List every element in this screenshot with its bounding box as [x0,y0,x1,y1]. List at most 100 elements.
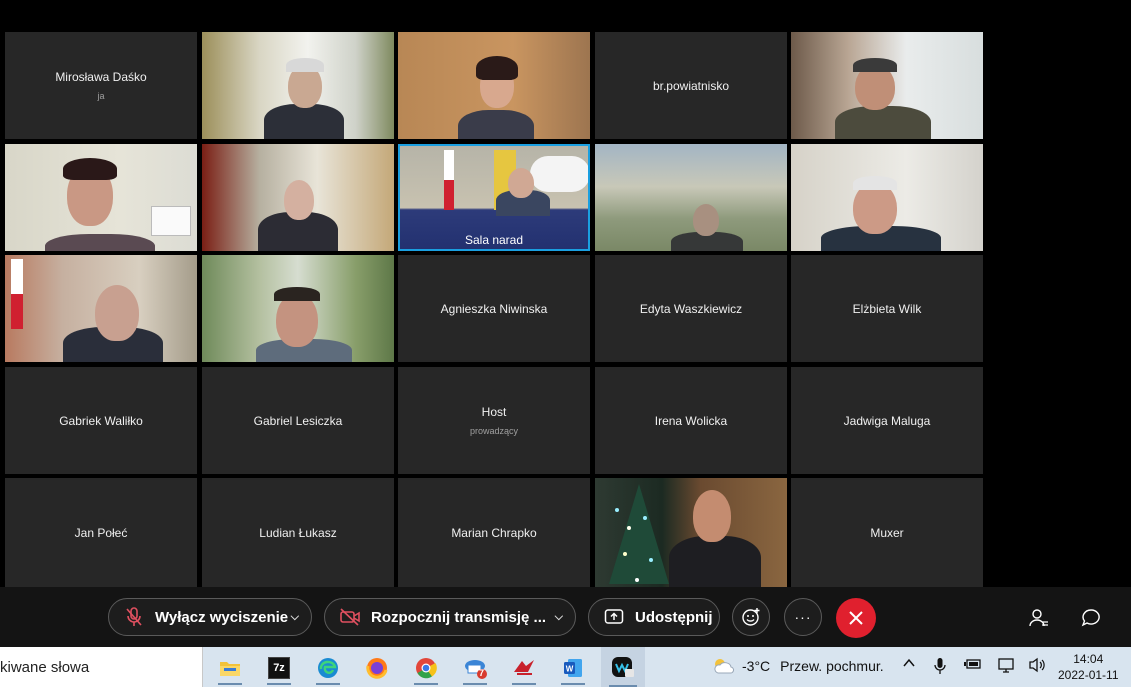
participant-tile[interactable]: Irena Wolicka [595,367,787,474]
clock-date: 2022-01-11 [1058,668,1119,682]
participant-name: Marian Chrapko [451,525,537,540]
app-taskbar-button[interactable] [504,651,544,685]
video-feed [791,32,983,139]
video-feed [595,144,787,251]
start-video-button[interactable]: Rozpocznij transmisję ... ⌵ [324,598,576,636]
participant-tile[interactable]: Elżbieta Wilk [791,255,983,362]
participant-name: Elżbieta Wilk [852,301,922,316]
webex-icon [612,657,634,677]
participant-video-tile[interactable] [595,144,787,251]
participant-tile[interactable]: Gabriek Waliłko [5,367,197,474]
participant-tile[interactable]: Jan Połeć [5,478,197,587]
reactions-button[interactable] [732,598,770,636]
share-button[interactable]: Udostępnij [588,598,720,636]
search-text: kiwane słowa [0,658,90,676]
participant-tile[interactable]: Marian Chrapko [398,478,590,587]
participant-tile[interactable]: Ludian Łukasz [202,478,394,587]
participant-tile[interactable]: Mirosława Daśko ja [5,32,197,139]
participant-subtitle: ja [97,91,105,101]
participant-grid: Mirosława Daśko ja br.powiatnisko Sala n… [5,32,983,587]
participant-name: Gabriel Lesiczka [253,413,343,428]
participant-tile[interactable]: Host prowadzący [398,367,590,474]
file-explorer-taskbar-button[interactable] [210,651,250,685]
weather-widget[interactable]: -3°C Przew. pochmur. [712,657,884,675]
windows-taskbar: kiwane słowa 7z 7 W -3°C Przew. pochmur. [0,647,1131,687]
system-clock[interactable]: 14:04 2022-01-11 [1058,651,1119,683]
participant-video-tile[interactable] [202,144,394,251]
participant-tile[interactable]: Muxer [791,478,983,587]
unmute-button[interactable]: Wyłącz wyciszenie ⌵ [108,598,312,636]
participant-tile[interactable]: Agnieszka Niwinska [398,255,590,362]
participant-tile[interactable]: Edyta Waszkiewicz [595,255,787,362]
video-feed [5,255,197,362]
participant-name: Jan Połeć [74,525,128,540]
participant-video-tile[interactable] [5,144,197,251]
folder-icon [220,662,240,676]
battery-icon[interactable] [964,657,982,674]
more-icon: ··· [794,609,812,625]
video-feed [202,255,394,362]
chevron-down-icon[interactable]: ⌵ [291,611,299,624]
participants-icon [1029,609,1048,627]
participant-video-tile[interactable] [202,32,394,139]
video-feed [202,32,394,139]
volume-icon[interactable] [1028,657,1046,676]
participant-name: Edyta Waszkiewicz [639,301,743,316]
7zip-icon: 7z [268,657,290,679]
participant-name: Ludian Łukasz [259,525,337,540]
webex-taskbar-button[interactable] [601,647,645,687]
weather-description: Przew. pochmur. [780,658,884,674]
video-feed [202,144,394,251]
participant-video-tile[interactable] [595,478,787,587]
network-icon[interactable] [998,657,1016,676]
emoji-add-icon [742,608,760,626]
meeting-control-bar: Wyłącz wyciszenie ⌵ Rozpocznij transmisj… [0,587,1131,647]
unmute-label: Wyłącz wyciszenie [155,608,289,626]
firefox-icon [366,658,388,679]
word-taskbar-button[interactable]: W [553,651,593,685]
clock-time: 14:04 [1073,652,1104,666]
participant-name: Gabriek Waliłko [59,413,143,428]
video-feed [595,478,787,587]
participant-video-tile[interactable] [202,255,394,362]
cloud-sun-icon [714,659,735,674]
mail-taskbar-button[interactable]: 7 [455,651,495,685]
participant-name: Agnieszka Niwinska [440,301,548,316]
leave-meeting-button[interactable] [836,598,876,638]
more-options-button[interactable]: ··· [784,598,822,636]
participant-video-tile-active[interactable]: Sala narad [398,144,590,251]
chevron-down-icon[interactable]: ⌵ [555,611,563,624]
participant-tile[interactable]: Gabriel Lesiczka [202,367,394,474]
participants-button[interactable] [1027,606,1051,630]
weather-temperature: -3°C [742,658,771,674]
video-feed [5,144,197,251]
edge-taskbar-button[interactable] [308,651,348,685]
microphone-icon[interactable] [934,657,946,678]
svg-text:W: W [566,665,574,674]
video-feed [398,32,590,139]
microphone-muted-icon [123,606,145,628]
participant-name: Jadwiga Maluga [843,413,931,428]
participant-name: Host [481,405,507,419]
participant-tile[interactable]: br.powiatnisko [595,32,787,139]
edge-icon [318,658,338,678]
participant-video-tile[interactable] [791,144,983,251]
participant-name: Sala narad [464,233,524,247]
chat-button[interactable] [1079,606,1103,630]
participant-video-tile[interactable] [398,32,590,139]
chrome-icon [416,658,437,679]
participant-tile[interactable]: Jadwiga Maluga [791,367,983,474]
chrome-taskbar-button[interactable] [406,651,446,685]
share-icon [603,606,625,628]
participant-name: Muxer [870,525,904,540]
taskbar-search-box[interactable]: kiwane słowa [0,647,203,687]
participant-name: br.powiatnisko [652,78,730,93]
participant-name: Mirosława Daśko [55,70,147,84]
firefox-taskbar-button[interactable] [357,651,397,685]
chat-icon [1081,609,1100,627]
participant-video-tile[interactable] [791,32,983,139]
show-hidden-icons-icon[interactable] [902,656,916,673]
participant-video-tile[interactable] [5,255,197,362]
7zip-taskbar-button[interactable]: 7z [259,651,299,685]
participant-subtitle: prowadzący [469,426,519,436]
